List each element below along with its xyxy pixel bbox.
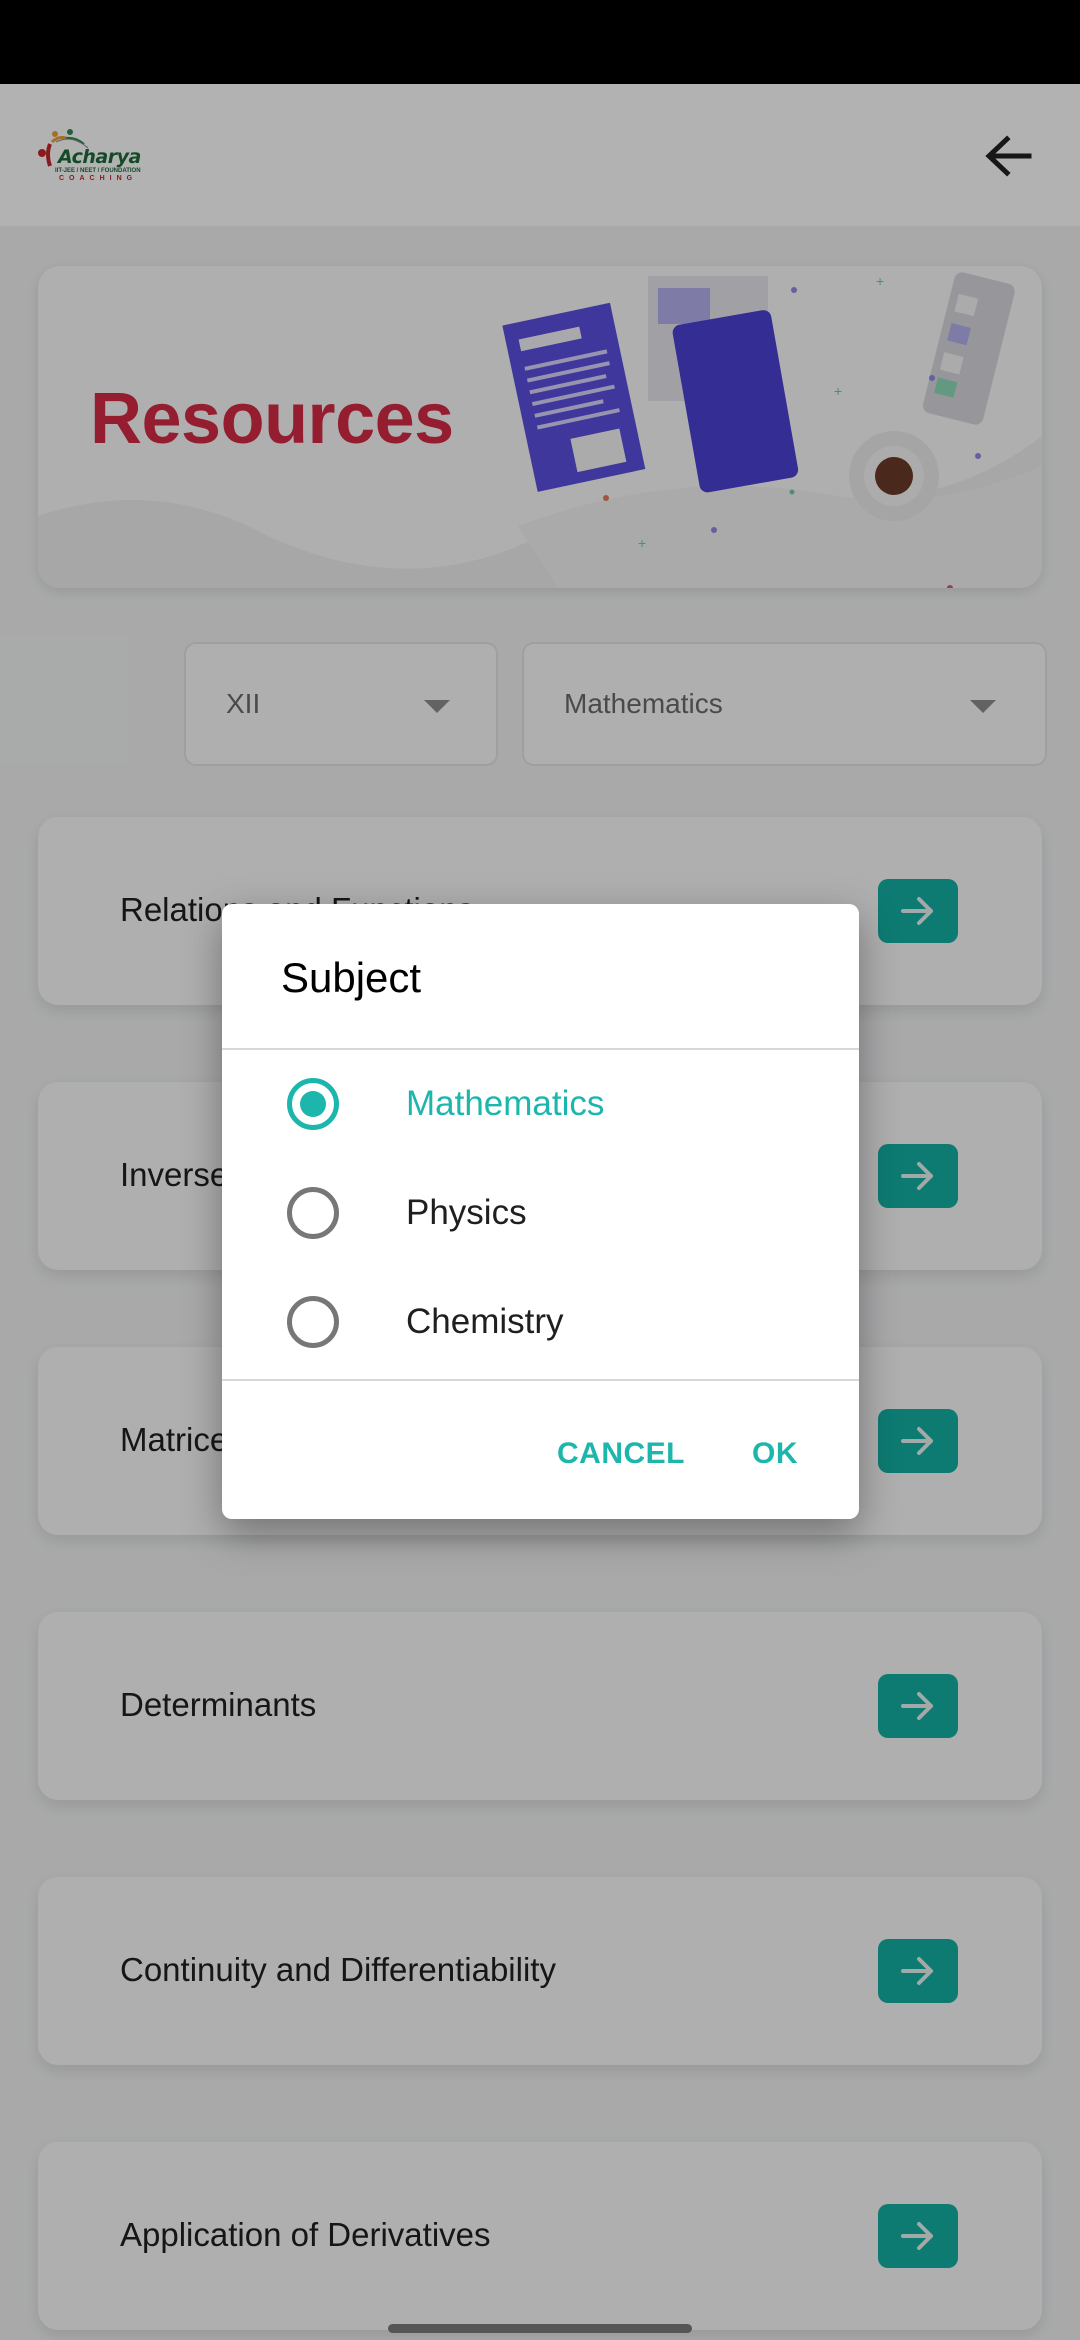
subject-option-chemistry[interactable]: Chemistry: [222, 1268, 859, 1377]
radio-button[interactable]: [287, 1078, 339, 1130]
option-label: Physics: [406, 1193, 527, 1232]
status-bar: [0, 0, 1080, 84]
option-label: Mathematics: [406, 1084, 605, 1123]
subject-option-mathematics[interactable]: Mathematics: [222, 1050, 859, 1159]
divider: [222, 1379, 859, 1381]
ok-button[interactable]: OK: [740, 1424, 810, 1484]
home-indicator[interactable]: [388, 2324, 692, 2333]
dialog-title: Subject: [281, 954, 422, 1001]
radio-button[interactable]: [287, 1296, 339, 1348]
subject-dialog: Subject Mathematics Physics Chemistry CA…: [222, 904, 859, 1519]
subject-option-physics[interactable]: Physics: [222, 1159, 859, 1268]
option-label: Chemistry: [406, 1302, 564, 1341]
radio-button[interactable]: [287, 1187, 339, 1239]
cancel-button[interactable]: CANCEL: [545, 1424, 697, 1484]
